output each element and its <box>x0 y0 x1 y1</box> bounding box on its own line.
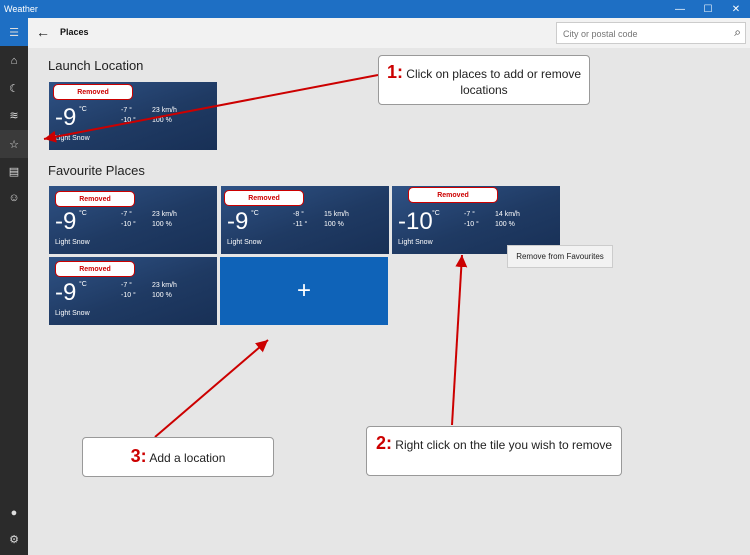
tile-high: -7 ° <box>121 107 132 114</box>
callout-number: 1: <box>386 62 403 82</box>
tile-unit: °C <box>251 210 259 217</box>
tile-high: -7 ° <box>464 211 475 218</box>
tile-temperature: -9 <box>55 208 77 235</box>
tile-temperature: -9 <box>227 208 249 235</box>
tile-unit: °C <box>79 210 87 217</box>
account-icon[interactable]: ● <box>0 499 28 527</box>
removed-badge: Removed <box>55 191 135 207</box>
tile-wind: 23 km/h <box>152 107 177 114</box>
tile-wind: 15 km/h <box>324 211 349 218</box>
removed-badge: Removed <box>224 190 304 206</box>
tile-temperature: -10 <box>398 208 433 235</box>
tile-wind: 14 km/h <box>495 211 520 218</box>
tile-low: -10 ° <box>121 117 136 124</box>
window-title: Weather <box>4 4 38 14</box>
tile-unit: °C <box>79 106 87 113</box>
callout-text: Add a location <box>149 451 226 465</box>
tile-condition: Light Snow <box>55 135 90 142</box>
tile-humidity: 100 % <box>495 221 515 228</box>
tile-humidity: 100 % <box>152 117 172 124</box>
tile-low: -10 ° <box>121 292 136 299</box>
tile-humidity: 100 % <box>324 221 344 228</box>
tile-wind: 23 km/h <box>152 282 177 289</box>
tile-humidity: 100 % <box>152 292 172 299</box>
forecast-icon[interactable]: ☾ <box>0 74 28 102</box>
remove-from-favourites-menu-item[interactable]: Remove from Favourites <box>507 245 613 268</box>
close-button[interactable]: ✕ <box>722 0 750 18</box>
tile-high: -7 ° <box>121 282 132 289</box>
search-input[interactable] <box>557 23 725 45</box>
tile-condition: Light Snow <box>227 239 262 246</box>
launch-location-heading: Launch Location <box>48 58 144 73</box>
arrow-3 <box>154 339 269 438</box>
tile-unit: °C <box>432 210 440 217</box>
tile-humidity: 100 % <box>152 221 172 228</box>
minimize-button[interactable]: — <box>666 0 694 18</box>
add-location-tile[interactable]: + <box>220 257 388 325</box>
tile-low: -10 ° <box>464 221 479 228</box>
tile-condition: Light Snow <box>55 310 90 317</box>
news-icon[interactable]: ▤ <box>0 157 28 185</box>
tile-high: -7 ° <box>121 211 132 218</box>
callout-3: 3: Add a location <box>82 437 274 477</box>
callout-number: 3: <box>130 446 147 466</box>
title-bar: Weather — ☐ ✕ <box>0 0 750 18</box>
sidebar: ☰ ⌂ ☾ ≋ ☆ ▤ ☺ ● ⚙ <box>0 18 28 555</box>
callout-1: 1: Click on places to add or remove loca… <box>378 55 590 105</box>
callout-text: Click on places to add or remove locatio… <box>406 67 582 97</box>
settings-icon[interactable]: ⚙ <box>0 525 28 553</box>
tile-low: -10 ° <box>121 221 136 228</box>
callout-number: 2: <box>375 433 392 453</box>
tile-low: -11 ° <box>293 221 308 228</box>
tile-condition: Light Snow <box>55 239 90 246</box>
tile-wind: 23 km/h <box>152 211 177 218</box>
tile-high: -8 ° <box>293 211 304 218</box>
tile-temperature: -9 <box>55 104 77 131</box>
maps-icon[interactable]: ≋ <box>0 101 28 129</box>
home-icon[interactable]: ⌂ <box>0 47 28 75</box>
callout-2: 2: Right click on the tile you wish to r… <box>366 426 622 476</box>
maximize-button[interactable]: ☐ <box>694 0 722 18</box>
search-icon[interactable]: ⌕ <box>734 25 741 40</box>
feedback-icon[interactable]: ☺ <box>0 184 28 212</box>
removed-badge: Removed <box>53 84 133 100</box>
places-icon[interactable]: ☆ <box>0 130 28 158</box>
back-button[interactable]: ← <box>36 24 50 40</box>
removed-badge: Removed <box>55 261 135 277</box>
tile-temperature: -9 <box>55 279 77 306</box>
menu-icon[interactable]: ☰ <box>0 18 28 46</box>
callout-text: Right click on the tile you wish to remo… <box>395 438 613 452</box>
search-box: ⌕ <box>556 22 746 45</box>
removed-badge: Removed <box>408 187 498 203</box>
page-title: Places <box>60 27 89 37</box>
favourite-places-heading: Favourite Places <box>48 163 145 178</box>
tile-unit: °C <box>79 281 87 288</box>
tile-condition: Light Snow <box>398 239 433 246</box>
arrow-2 <box>451 254 468 426</box>
